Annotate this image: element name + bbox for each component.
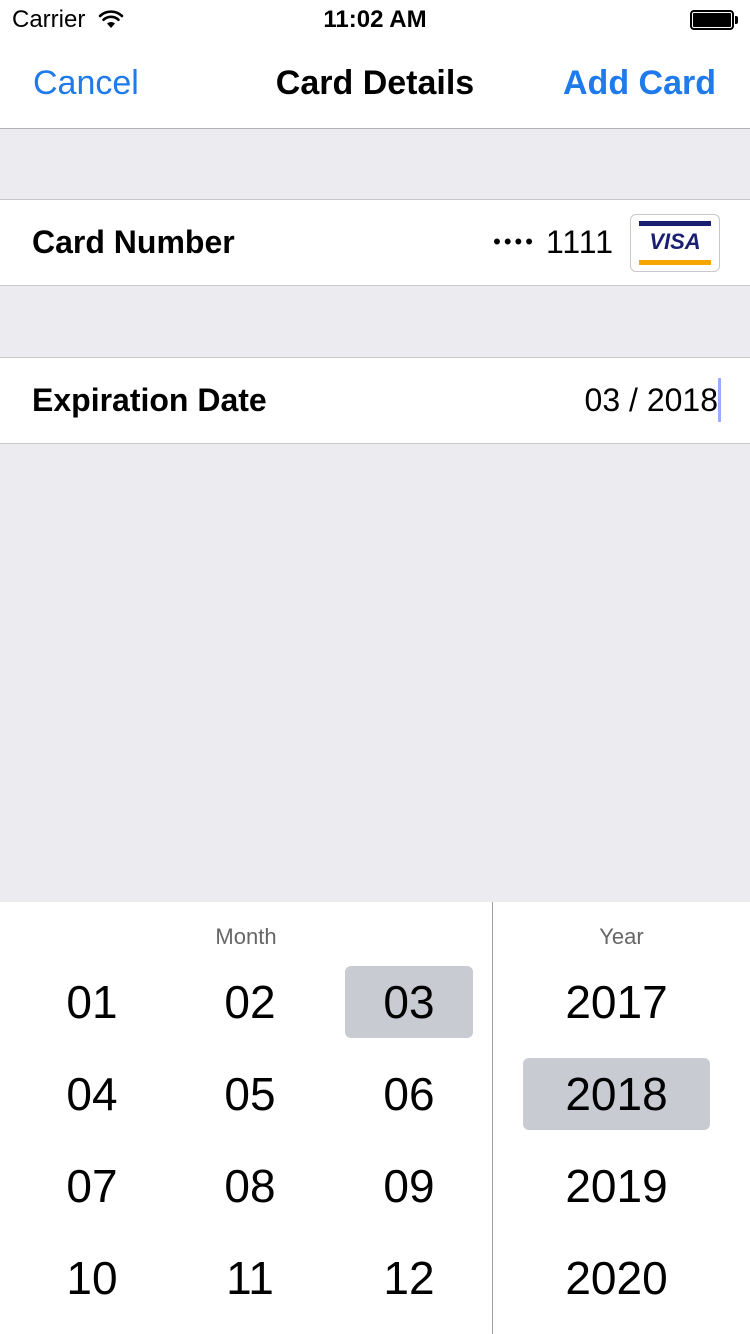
month-option-07[interactable]: 07 [28,1150,156,1222]
month-option-03[interactable]: 03 [345,966,473,1038]
month-option-10[interactable]: 10 [28,1242,156,1314]
year-option-2019[interactable]: 2019 [523,1150,710,1222]
card-number-row[interactable]: Card Number •••• 1111 VISA [0,199,750,286]
expiration-date-row[interactable]: Expiration Date 03 / 2018 [0,357,750,444]
card-number-label: Card Number [32,224,235,260]
picker-divider [492,902,493,1334]
cancel-button[interactable]: Cancel [33,64,139,103]
year-column-header: Year [599,924,644,949]
card-number-value: •••• 1111 [493,224,614,261]
text-cursor [718,378,721,422]
card-number-mask: •••• [493,229,536,254]
expiration-date-label: Expiration Date [32,382,267,418]
year-option-2017[interactable]: 2017 [523,966,710,1038]
expiration-date-picker[interactable]: Month Year 01 02 03 04 05 06 07 08 09 10 11 12 2017 2… [0,902,750,1334]
card-brand-label: VISA [649,229,701,254]
month-option-01[interactable]: 01 [28,966,156,1038]
month-option-08[interactable]: 08 [186,1150,314,1222]
month-column-header: Month [215,924,277,949]
month-option-04[interactable]: 04 [28,1058,156,1130]
month-option-09[interactable]: 09 [345,1150,473,1222]
add-card-button[interactable]: Add Card [563,64,716,103]
card-last-four: 1111 [545,224,614,260]
status-bar: Carrier 11:02 AM [0,0,750,40]
status-time: 11:02 AM [323,6,427,33]
card-details-screen: Carrier 11:02 AM Cancel Card Details Add… [0,0,750,1334]
month-option-11[interactable]: 11 [186,1242,314,1314]
year-option-2018[interactable]: 2018 [523,1058,710,1130]
month-option-02[interactable]: 02 [186,966,314,1038]
month-option-05[interactable]: 05 [186,1058,314,1130]
battery-icon [690,10,738,30]
month-option-12[interactable]: 12 [345,1242,473,1314]
navigation-bar: Cancel Card Details Add Card [0,40,750,129]
expiration-date-field[interactable]: 03 / 2018 [585,382,718,419]
month-option-06[interactable]: 06 [345,1058,473,1130]
year-option-2020[interactable]: 2020 [523,1242,710,1314]
visa-card-icon: VISA [630,214,720,272]
